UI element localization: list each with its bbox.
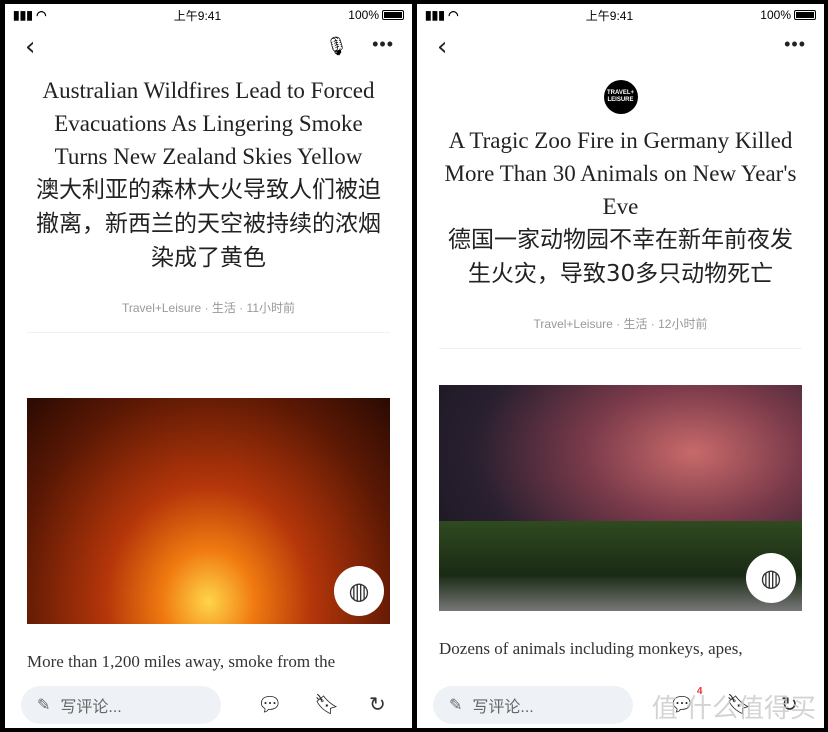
article-image[interactable]: ◍ [439,385,802,611]
battery-icon [382,10,404,20]
translate-globe-icon[interactable]: ◍ [746,553,796,603]
comment-input[interactable]: ✎ 写评论... [21,686,221,724]
pencil-icon: ✎ [449,697,463,714]
divider [439,348,802,349]
comment-icon[interactable]: 💬︎ [257,692,282,717]
article-meta[interactable]: Travel+Leisure · 生活 · 12小时前 [417,315,824,332]
divider [27,332,390,333]
status-time: 上午9:41 [173,8,222,23]
publisher-logo[interactable]: TRAVEL+ LEISURE [603,80,638,114]
article-title-cn: 澳大利亚的森林大火导致人们被迫撤离，新西兰的天空被持续的浓烟染成了黄色 [36,177,381,271]
article-title: A Tragic Zoo Fire in Germany Killed More… [444,128,797,219]
pencil-icon: ✎ [37,697,51,714]
battery-percent: 100% [348,8,379,22]
bottom-bar: ✎ 写评论... 💬︎ 4 🔖︎ ↻ 值 什么值得买 [417,678,824,728]
article-title-cn: 德国一家动物园不幸在新年前夜发生火灾，导致30多只动物死亡 [448,227,793,287]
translate-globe-icon[interactable]: ◍ [334,566,384,616]
microphone-icon[interactable]: 🎙 [325,36,348,57]
article-meta[interactable]: Travel+Leisure · 生活 · 11小时前 [5,299,412,316]
watermark: 值 什么值得买 [651,694,816,724]
comment-placeholder: 写评论... [472,699,534,716]
battery-percent: 100% [760,8,791,22]
comment-placeholder: 写评论... [60,699,122,716]
signal-wifi-icon: ▮▮▮ ◠ [425,8,459,22]
article-title: Australian Wildfires Lead to Forced Evac… [42,78,375,169]
status-time: 上午9:41 [585,8,634,23]
bottom-bar: ✎ 写评论... 💬︎ 🔖︎ ↻ [5,678,412,728]
signal-wifi-icon: ▮▮▮ ◠ [13,8,47,22]
article-body: Dozens of animals including monkeys, ape… [439,639,743,658]
article-body: More than 1,200 miles away, smoke from t… [27,652,336,671]
status-bar: ▮▮▮ ◠ 上午9:41 100% [5,4,412,26]
phone-left: ▮▮▮ ◠ 上午9:41 100% ‹ 🎙 ••• Australian Wil… [5,4,412,728]
more-icon[interactable]: ••• [372,34,394,55]
bookmark-icon[interactable]: 🔖︎ [314,692,339,717]
article-image[interactable]: ◍ [27,398,390,624]
back-icon[interactable]: ‹ [25,32,35,62]
comment-input[interactable]: ✎ 写评论... [433,686,633,724]
phone-right: ▮▮▮ ◠ 上午9:41 100% ‹ ••• TRAVEL+ LEISURE A… [417,4,824,728]
more-icon[interactable]: ••• [784,34,806,55]
back-icon[interactable]: ‹ [437,32,447,62]
share-icon[interactable]: ↻ [369,692,386,717]
status-bar: ▮▮▮ ◠ 上午9:41 100% [417,4,824,26]
battery-icon [794,10,816,20]
